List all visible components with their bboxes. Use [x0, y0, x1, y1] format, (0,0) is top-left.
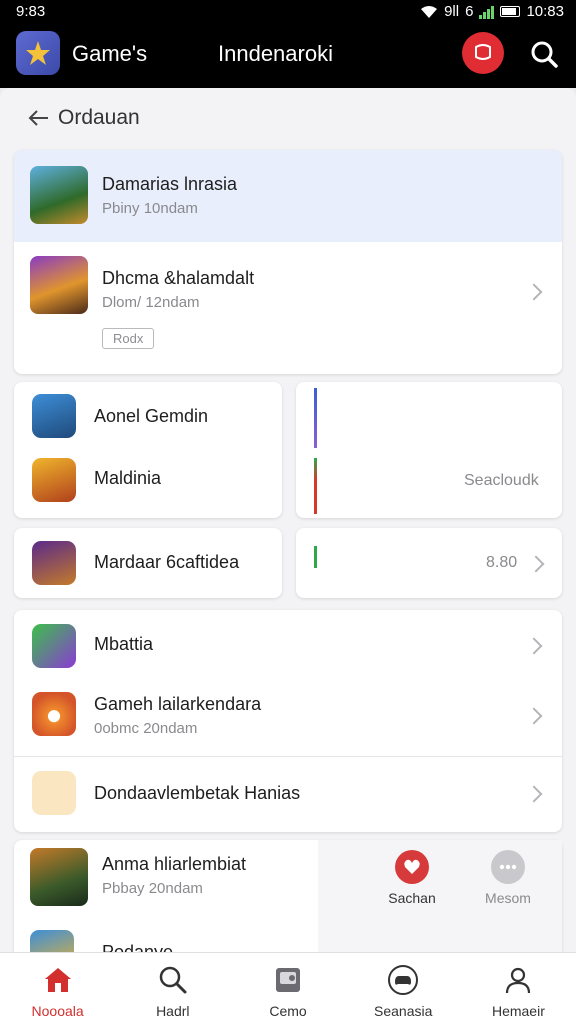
app-logo-icon[interactable]	[16, 31, 60, 75]
profile-icon	[501, 963, 535, 997]
item-subtitle: Pbiny 10ndam	[102, 200, 198, 217]
chevron-right-icon	[525, 707, 543, 725]
nav-label: Noooala	[31, 1003, 84, 1019]
folder-icon	[271, 963, 305, 997]
game-card[interactable]: Mardaar 6caftidea	[14, 528, 282, 598]
nav-item-home[interactable]: Noooala	[0, 953, 115, 1024]
item-title: Gameh lailarkendara	[94, 694, 262, 714]
status-bar: 9:83 9ll 6 10:83	[0, 0, 576, 24]
item-title: Damarias lnrasia	[102, 174, 238, 194]
status-icons: 9ll 6 10:83	[420, 3, 564, 20]
list-item[interactable]: Damarias lnrasia Pbiny 10ndam	[14, 150, 562, 242]
action-button[interactable]: Mesom	[476, 850, 540, 906]
network-extra: 6	[465, 3, 474, 20]
nav-label: Hadrl	[156, 1003, 190, 1019]
value-card[interactable]: 8.80	[296, 528, 562, 598]
controller-icon	[386, 963, 420, 997]
app-name: Game's	[72, 41, 148, 66]
search-button[interactable]	[524, 34, 564, 74]
game-list-card: Mbattia Gameh lailarkendara 0obmc 20ndam…	[14, 610, 562, 832]
item-title: Anma hliarlembiat	[102, 854, 247, 874]
nav-item-search[interactable]: Hadrl	[115, 953, 230, 1024]
notification-button[interactable]	[462, 32, 504, 74]
chevron-right-icon	[525, 637, 543, 655]
bell-icon	[475, 44, 491, 60]
status-clock: 10:83	[526, 3, 564, 20]
item-subtitle: Pbbay 20ndam	[102, 880, 203, 897]
item-title: Mardaar 6caftidea	[94, 552, 240, 572]
item-title: Podanye	[102, 942, 174, 952]
item-title: Aonel Gemdin	[94, 406, 209, 426]
bottom-navigation: Noooala Hadrl Cemo Seanasia Hemaeir	[0, 952, 576, 1024]
progress-bar	[314, 458, 317, 514]
list-item[interactable]: Dondaavlembetak Hanias	[14, 757, 562, 832]
game-thumbnail	[30, 848, 88, 906]
network-label: 9ll	[444, 3, 460, 20]
game-thumbnail	[32, 394, 76, 438]
recent-card: Anma hliarlembiat Pbbay 20ndam Podanye S…	[14, 840, 562, 952]
item-subtitle: 0obmc 20ndam	[94, 720, 198, 737]
list-item[interactable]: Mbattia	[14, 610, 562, 678]
battery-icon	[500, 6, 521, 17]
game-thumbnail	[32, 541, 76, 585]
game-thumbnail	[32, 458, 76, 502]
list-item[interactable]: Aonel Gemdin	[14, 382, 282, 450]
item-title: Mbattia	[94, 634, 154, 654]
list-item[interactable]: Maldinia	[14, 450, 282, 518]
value-label: 8.80	[486, 554, 518, 571]
wifi-icon	[421, 5, 438, 18]
quick-actions: Sachan Mesom	[318, 840, 562, 952]
nav-label: Seanasia	[374, 1003, 433, 1019]
progress-bar	[314, 388, 317, 448]
item-subtitle: Dlom/ 12ndam	[102, 294, 200, 311]
progress-bar	[314, 546, 317, 568]
back-label: Ordauan	[58, 106, 140, 129]
heart-icon	[395, 850, 429, 884]
signal-icon	[479, 5, 495, 19]
search-icon	[531, 41, 558, 68]
nav-item-profile[interactable]: Hemaeir	[461, 953, 576, 1024]
nav-item-games[interactable]: Seanasia	[346, 953, 461, 1024]
game-thumbnail	[30, 256, 88, 314]
list-item[interactable]: Anma hliarlembiat Pbbay 20ndam	[14, 840, 318, 924]
list-item[interactable]: Gameh lailarkendara 0obmc 20ndam	[14, 678, 562, 756]
stats-label: Seacloudk	[464, 472, 539, 489]
game-thumbnail	[30, 930, 74, 952]
main-content: Ordauan Damarias lnrasia Pbiny 10ndam Dh…	[0, 88, 576, 952]
action-label: Mesom	[485, 890, 531, 906]
home-icon	[41, 963, 75, 997]
more-icon	[491, 850, 525, 884]
item-title: Dhcma &halamdalt	[102, 268, 255, 288]
game-thumbnail	[32, 771, 76, 815]
item-title: Dondaavlembetak Hanias	[94, 783, 301, 803]
stats-card[interactable]: Seacloudk	[296, 382, 562, 518]
list-item[interactable]: Dhcma &halamdalt Dlom/ 12ndam Rodx	[14, 242, 562, 374]
list-item[interactable]: Podanye	[14, 924, 318, 952]
back-button[interactable]: Ordauan	[28, 106, 140, 130]
chevron-right-icon	[525, 785, 543, 803]
search-icon	[156, 963, 190, 997]
chevron-right-icon	[527, 555, 545, 573]
featured-card: Damarias lnrasia Pbiny 10ndam Dhcma &hal…	[14, 150, 562, 374]
game-thumbnail	[32, 624, 76, 668]
nav-item-library[interactable]: Cemo	[230, 953, 345, 1024]
app-bar: Game's Inndenaroki	[0, 24, 576, 88]
game-thumbnail	[30, 166, 88, 224]
chevron-right-icon	[525, 283, 543, 301]
nav-label: Hemaeir	[491, 1003, 545, 1019]
item-title: Maldinia	[94, 468, 162, 488]
page-title: Inndenaroki	[218, 41, 333, 66]
game-pair-card: Aonel Gemdin Maldinia	[14, 382, 282, 518]
back-arrow-icon	[28, 110, 48, 126]
item-tag[interactable]: Rodx	[102, 328, 155, 349]
game-thumbnail	[32, 692, 76, 736]
action-button[interactable]: Sachan	[380, 850, 444, 906]
action-label: Sachan	[388, 890, 436, 906]
nav-label: Cemo	[269, 1003, 307, 1019]
status-time: 9:83	[16, 3, 46, 20]
